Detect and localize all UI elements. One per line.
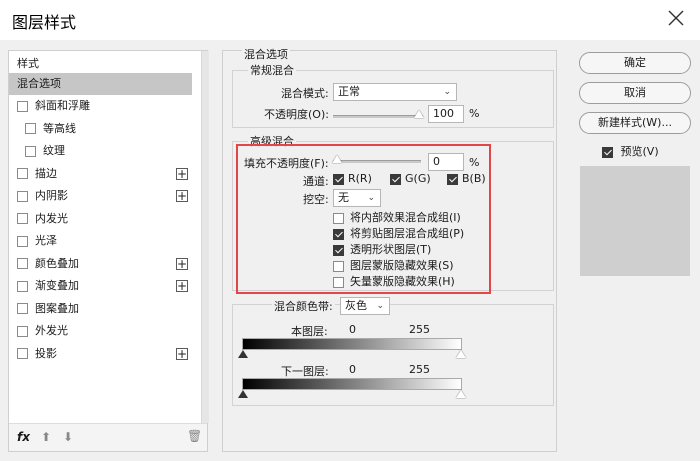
style-item-label: 描边	[35, 166, 57, 180]
styles-list-panel: 样式 混合选项 斜面和浮雕等高线纹理描边 + 内阴影 + 内发光光泽颜色叠加 + 渐变叠加 +…	[8, 50, 209, 452]
opacity-slider[interactable]	[333, 115, 423, 118]
style-preview-thumbnail	[580, 166, 690, 276]
style-item-label: 光泽	[35, 234, 57, 247]
add-effect-plus-icon[interactable]: +	[176, 190, 188, 202]
preview-checkbox[interactable]	[602, 146, 613, 158]
opacity-unit: %	[469, 107, 480, 120]
underlying-layer-black-handle[interactable]	[238, 390, 248, 398]
blend-mode-dropdown[interactable]: 正常 ⌄	[333, 83, 457, 101]
style-item-label: 渐变叠加	[35, 279, 79, 292]
style-item-checkbox[interactable]	[25, 145, 36, 157]
this-layer-gradient	[242, 338, 462, 350]
add-effect-plus-icon[interactable]: +	[176, 257, 188, 270]
add-effect-plus-icon[interactable]: +	[176, 280, 188, 292]
fx-icon[interactable]: fx	[17, 430, 30, 444]
blend-options-item[interactable]: 混合选项	[9, 73, 192, 95]
this-layer-white-handle[interactable]	[456, 350, 466, 358]
style-item-checkbox[interactable]	[17, 303, 28, 314]
styles-header[interactable]: 样式	[17, 55, 39, 71]
style-item[interactable]: 图案叠加	[9, 298, 192, 320]
style-item-label: 等高线	[43, 121, 76, 135]
style-item-checkbox[interactable]	[17, 235, 28, 247]
style-item-checkbox[interactable]	[17, 190, 28, 202]
style-item[interactable]: 渐变叠加 +	[9, 275, 192, 297]
blend-mode-value: 正常	[338, 85, 360, 98]
underlying-layer-max: 255	[409, 363, 430, 376]
chevron-down-icon: ⌄	[376, 301, 384, 311]
blend-options-title: 混合选项	[242, 46, 290, 62]
blend-if-group	[232, 304, 554, 406]
style-item[interactable]: 斜面和浮雕	[9, 95, 192, 117]
style-item-checkbox[interactable]	[17, 168, 28, 179]
scrollbar[interactable]	[201, 51, 209, 423]
opacity-input[interactable]: 100	[428, 105, 464, 123]
style-item-checkbox[interactable]	[25, 123, 36, 134]
move-up-icon[interactable]: ⬆	[41, 430, 51, 444]
window-title: 图层样式	[12, 13, 77, 32]
styles-toolbar: fx ⬆ ⬇ 🗑	[9, 423, 207, 451]
style-item-label: 内阴影	[35, 189, 68, 202]
trash-icon[interactable]: 🗑	[187, 429, 202, 443]
move-down-icon[interactable]: ⬇	[63, 430, 73, 444]
preview-label: 预览(V)	[620, 145, 659, 158]
blend-mode-label: 混合模式:	[281, 87, 329, 100]
close-icon[interactable]	[664, 6, 688, 30]
style-item-checkbox[interactable]	[17, 213, 28, 224]
style-item[interactable]: 内发光	[9, 208, 192, 230]
blend-options-label: 混合选项	[17, 77, 61, 90]
style-item-checkbox[interactable]	[17, 100, 28, 112]
style-item-label: 投影	[35, 346, 57, 360]
style-item-label: 图案叠加	[35, 301, 79, 315]
style-item[interactable]: 光泽	[9, 230, 192, 252]
ok-button[interactable]: 确定	[579, 52, 691, 74]
general-blending-title: 常规混合	[248, 62, 296, 78]
style-item-checkbox[interactable]	[17, 280, 28, 292]
blend-if-value: 灰色	[345, 299, 367, 312]
preview-checkbox-row[interactable]: 预览(V)	[602, 143, 659, 159]
this-layer-label: 本图层:	[291, 325, 328, 338]
title-bar	[0, 0, 700, 40]
cancel-button[interactable]: 取消	[579, 82, 691, 104]
style-item-label: 纹理	[43, 144, 65, 157]
blend-if-dropdown[interactable]: 灰色 ⌄	[340, 297, 390, 315]
style-item[interactable]: 投影 +	[9, 343, 192, 365]
this-layer-max: 255	[409, 323, 430, 336]
style-item-label: 内发光	[35, 211, 68, 225]
style-item-label: 斜面和浮雕	[35, 99, 90, 112]
opacity-slider-handle[interactable]	[414, 110, 424, 118]
style-item[interactable]: 描边 +	[9, 163, 192, 185]
style-item[interactable]: 等高线	[9, 118, 192, 140]
style-item[interactable]: 颜色叠加 +	[9, 253, 192, 275]
style-item-checkbox[interactable]	[17, 258, 28, 269]
style-item-checkbox[interactable]	[17, 325, 28, 337]
chevron-down-icon: ⌄	[443, 87, 451, 97]
highlight-annotation-box	[236, 144, 491, 294]
style-item-checkbox[interactable]	[17, 348, 28, 359]
underlying-layer-label: 下一图层:	[281, 365, 329, 378]
style-item[interactable]: 纹理	[9, 140, 192, 162]
underlying-layer-min: 0	[349, 363, 356, 376]
underlying-layer-gradient	[242, 378, 462, 390]
opacity-label: 不透明度(O):	[264, 108, 329, 121]
this-layer-black-handle[interactable]	[238, 350, 248, 358]
blend-if-label: 混合颜色带:	[272, 298, 335, 314]
style-item-label: 颜色叠加	[35, 256, 79, 270]
style-item[interactable]: 外发光	[9, 320, 192, 342]
underlying-layer-white-handle[interactable]	[456, 390, 466, 398]
this-layer-min: 0	[349, 323, 356, 336]
add-effect-plus-icon[interactable]: +	[176, 167, 188, 180]
style-item-label: 外发光	[35, 324, 68, 337]
add-effect-plus-icon[interactable]: +	[176, 347, 188, 360]
style-item[interactable]: 内阴影 +	[9, 185, 192, 207]
new-style-button[interactable]: 新建样式(W)...	[579, 112, 691, 134]
